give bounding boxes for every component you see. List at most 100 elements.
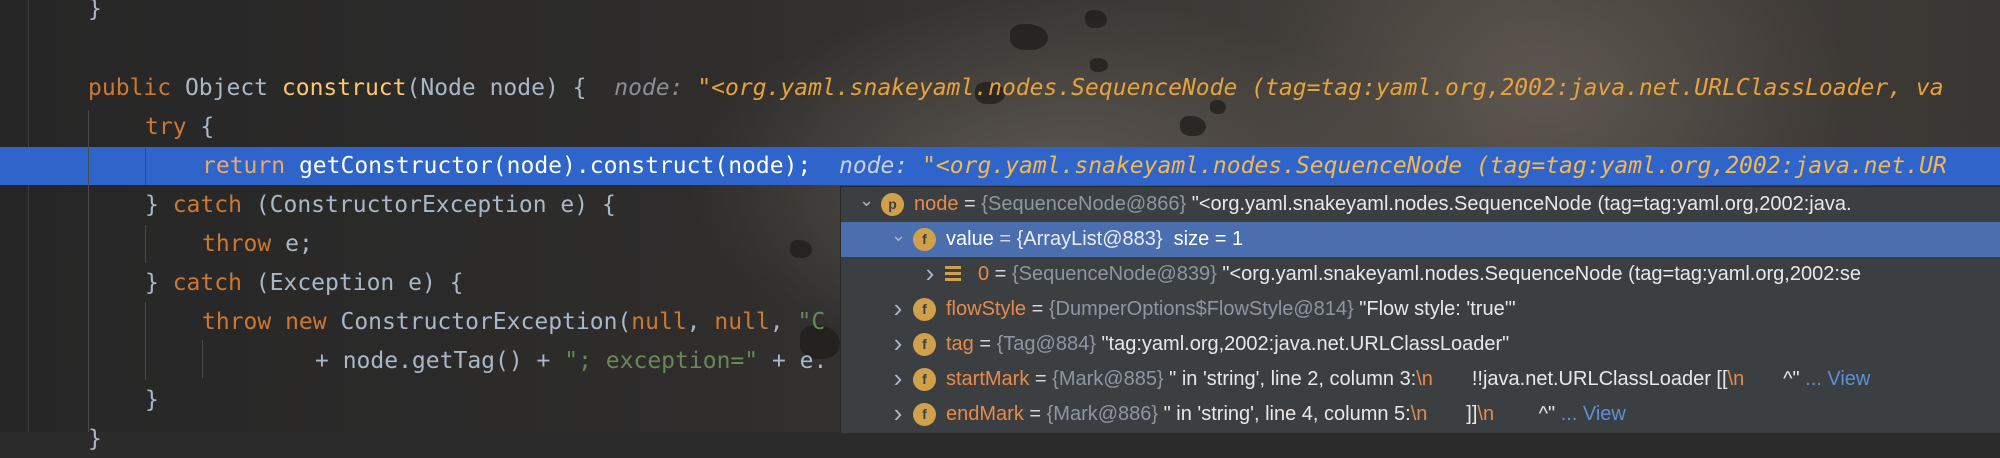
code-token: "<org.yaml.snakeyaml.nodes.SequenceNode … bbox=[922, 153, 1947, 179]
variable-value: !!java.net.URLClassLoader [[ bbox=[1432, 368, 1728, 390]
object-reference: {Mark@885} bbox=[1052, 368, 1170, 390]
code-token: throw new bbox=[202, 309, 341, 335]
code-token: , bbox=[686, 309, 715, 335]
code-token: } bbox=[145, 387, 159, 413]
equals-sign: = bbox=[973, 333, 997, 355]
code-line[interactable]: } catch (ConstructorException e) { bbox=[0, 186, 616, 224]
background-rock bbox=[1180, 116, 1206, 136]
equals-sign: = bbox=[958, 193, 982, 215]
tree-row-text: node = {SequenceNode@866} "<org.yaml.sna… bbox=[914, 187, 1852, 222]
object-reference: {ArrayList@883} bbox=[1016, 228, 1174, 250]
variable-value: ^" bbox=[1494, 403, 1561, 425]
code-line[interactable]: } catch (Exception e) { bbox=[0, 264, 464, 302]
equals-sign: = bbox=[1029, 368, 1053, 390]
code-token: } bbox=[88, 0, 102, 22]
object-reference: {DumperOptions$FlowStyle@814} bbox=[1048, 298, 1360, 320]
variable-name: endMark bbox=[946, 403, 1024, 425]
code-token: "<org.yaml.snakeyaml.nodes.SequenceNode … bbox=[697, 75, 1944, 101]
background-rock bbox=[1085, 10, 1107, 28]
variable-name: 0 bbox=[978, 263, 990, 285]
variable-value: \n bbox=[1410, 403, 1428, 425]
object-reference: {Tag@884} bbox=[996, 333, 1102, 355]
variable-value: \n bbox=[1477, 403, 1495, 425]
tree-row-text: startMark = {Mark@885} " in 'string', li… bbox=[946, 362, 1870, 397]
code-token: node: bbox=[838, 153, 923, 179]
variable-value: \n bbox=[1416, 368, 1433, 390]
code-line[interactable]: throw e; bbox=[0, 225, 313, 263]
code-token: , bbox=[769, 309, 798, 335]
variable-value: " in 'string', line 4, column 5: bbox=[1163, 403, 1411, 425]
code-token: getConstructor(node).construct(node); bbox=[298, 153, 839, 179]
code-token: + e. bbox=[758, 348, 828, 374]
code-token: "; exception=" bbox=[564, 348, 759, 374]
variable-value: "tag:yaml.org,2002:java.net.URLClassLoad… bbox=[1101, 333, 1510, 355]
code-line[interactable]: try { bbox=[0, 108, 214, 146]
field-icon: f bbox=[913, 333, 936, 356]
variable-name: tag bbox=[946, 333, 974, 355]
code-token: catch bbox=[172, 270, 256, 296]
background-rock bbox=[790, 240, 812, 258]
code-token: ConstructorException( bbox=[340, 309, 632, 335]
field-icon: f bbox=[913, 403, 936, 426]
variable-name: value bbox=[946, 228, 994, 250]
tree-row-endmark[interactable]: › f endMark = {Mark@886} " in 'string', li… bbox=[841, 397, 2000, 432]
field-icon: f bbox=[913, 298, 936, 321]
code-token: throw bbox=[202, 231, 286, 257]
code-line[interactable]: } bbox=[0, 0, 102, 28]
array-element-icon bbox=[945, 266, 961, 283]
variable-value: "<org.yaml.snakeyaml.nodes.SequenceNode … bbox=[1222, 263, 1861, 285]
view-link[interactable]: ... View bbox=[1561, 403, 1626, 425]
code-token: + node.getTag() + bbox=[315, 348, 565, 374]
chevron-down-icon[interactable]: ⌄ bbox=[891, 222, 906, 257]
code-token: } bbox=[145, 192, 173, 218]
debugger-variables-popup[interactable]: ⌄ p node = {SequenceNode@866} "<org.yaml.s… bbox=[840, 186, 2000, 433]
tree-row-text: value = {ArrayList@883} size = 1 bbox=[946, 222, 1243, 257]
tree-row-text: flowStyle = {DumperOptions$FlowStyle@814… bbox=[946, 292, 1516, 327]
code-token: node: bbox=[614, 75, 698, 101]
chevron-right-icon[interactable]: › bbox=[891, 327, 905, 362]
object-reference: {SequenceNode@839} bbox=[1011, 263, 1223, 285]
tree-row-text: 0 = {SequenceNode@839} "<org.yaml.snakey… bbox=[978, 257, 1861, 292]
code-token: (Node node) { bbox=[406, 75, 615, 101]
tree-row-text: endMark = {Mark@886} " in 'string', line… bbox=[946, 397, 1626, 432]
object-reference: {SequenceNode@866} bbox=[981, 193, 1192, 215]
tree-row-value[interactable]: ⌄ f value = {ArrayList@883} size = 1 bbox=[841, 222, 2000, 257]
tree-row-flowstyle[interactable]: › f flowStyle = {DumperOptions$FlowStyle@8… bbox=[841, 292, 2000, 327]
variable-value: " in 'string', line 2, column 3: bbox=[1169, 368, 1417, 390]
code-token: (Exception e) { bbox=[255, 270, 464, 296]
code-line[interactable]: throw new ConstructorException(null, nul… bbox=[0, 303, 825, 341]
code-token: "C bbox=[797, 309, 826, 335]
code-line[interactable]: + node.getTag() + "; exception=" + e. bbox=[0, 342, 827, 380]
chevron-right-icon[interactable]: › bbox=[923, 257, 937, 292]
code-token: e; bbox=[285, 231, 313, 257]
code-line[interactable]: } bbox=[0, 381, 159, 419]
code-token: catch bbox=[172, 192, 256, 218]
code-token: null bbox=[714, 309, 770, 335]
code-token: Object bbox=[184, 75, 282, 101]
variable-value: \n bbox=[1727, 368, 1745, 390]
code-token: } bbox=[145, 270, 173, 296]
view-link[interactable]: ... View bbox=[1805, 368, 1870, 390]
code-token: try bbox=[145, 114, 201, 140]
tree-row-tag[interactable]: › f tag = {Tag@884} "tag:yaml.org,2002:jav… bbox=[841, 327, 2000, 362]
field-icon: f bbox=[913, 228, 936, 251]
code-line[interactable]: public Object construct(Node node) { nod… bbox=[0, 69, 1944, 107]
tree-row-item-0[interactable]: › 0 = {SequenceNode@839} "<org.yaml.snake… bbox=[841, 257, 2000, 292]
equals-sign: = bbox=[993, 228, 1017, 250]
tree-row-startmark[interactable]: › f startMark = {Mark@885} " in 'string', … bbox=[841, 362, 2000, 397]
code-token: null bbox=[631, 309, 687, 335]
variable-name: flowStyle bbox=[946, 298, 1027, 320]
variable-value: ]] bbox=[1427, 403, 1478, 425]
chevron-right-icon[interactable]: › bbox=[891, 397, 905, 432]
variable-name: node bbox=[914, 193, 959, 215]
variable-value: size = 1 bbox=[1173, 228, 1244, 250]
chevron-right-icon[interactable]: › bbox=[891, 292, 905, 327]
code-line[interactable]: } bbox=[0, 420, 102, 458]
chevron-right-icon[interactable]: › bbox=[891, 362, 905, 397]
field-icon: f bbox=[913, 368, 936, 391]
code-line-current[interactable]: return getConstructor(node).construct(no… bbox=[0, 147, 1947, 185]
code-token: (ConstructorException e) { bbox=[255, 192, 616, 218]
equals-sign: = bbox=[1023, 403, 1047, 425]
chevron-down-icon[interactable]: ⌄ bbox=[859, 187, 874, 222]
tree-row-node[interactable]: ⌄ p node = {SequenceNode@866} "<org.yaml.s… bbox=[841, 187, 2000, 222]
